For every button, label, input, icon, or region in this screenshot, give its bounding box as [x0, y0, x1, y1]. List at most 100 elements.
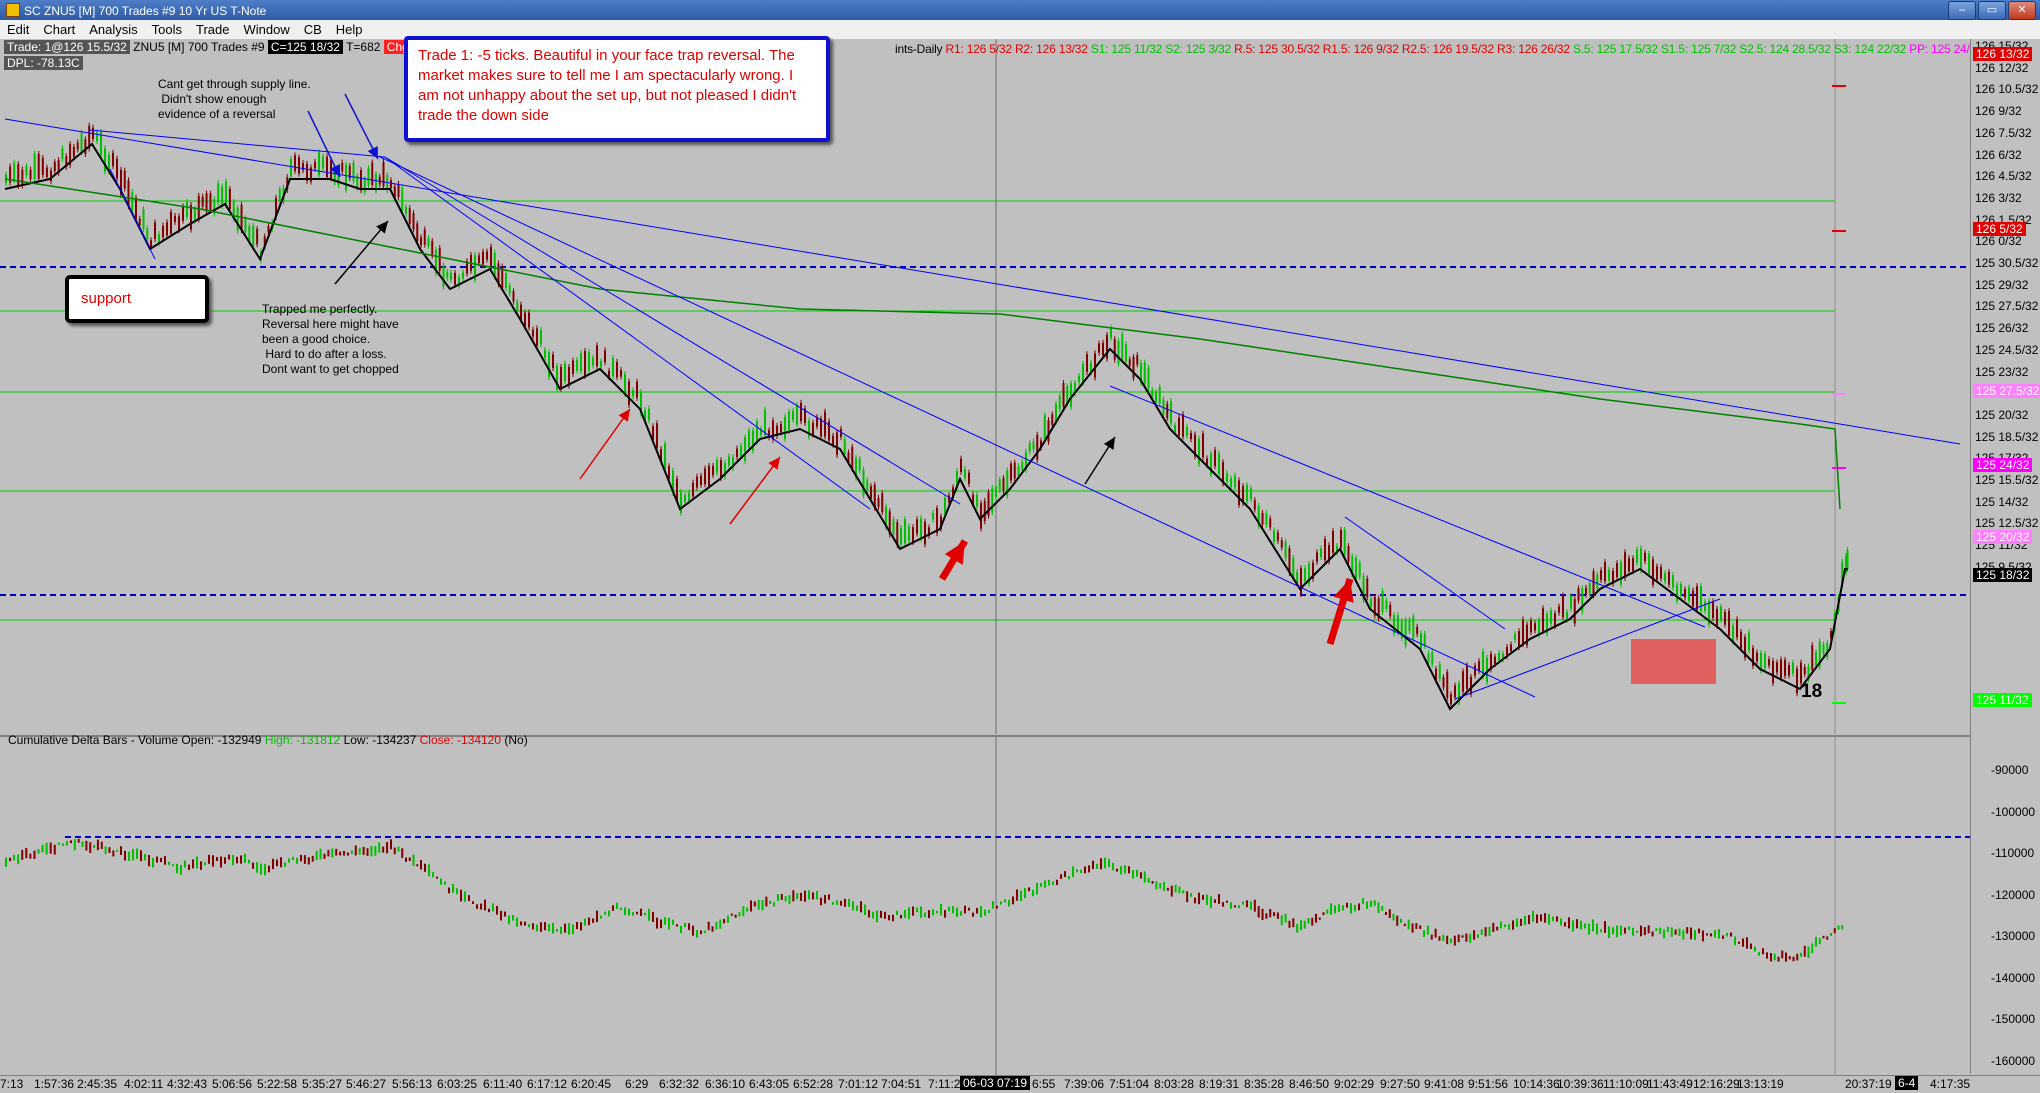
menu-analysis[interactable]: Analysis: [82, 20, 144, 39]
delta-candle: [734, 914, 737, 918]
price-candle: [1273, 530, 1276, 543]
delta-candle: [1124, 865, 1126, 874]
delta-candle: [680, 925, 682, 934]
delta-candle: [1655, 928, 1658, 932]
delta-candle: [500, 910, 502, 921]
time-axis-label: 11:43:49: [1647, 1077, 1693, 1091]
minimize-button[interactable]: ‒: [1948, 1, 1976, 20]
trend-line: [384, 156, 871, 510]
delta-candle: [742, 906, 745, 917]
menu-cb[interactable]: CB: [297, 20, 329, 39]
price-candle: [150, 240, 152, 248]
lower-close: Close: -134120: [419, 733, 502, 747]
price-candle: [1347, 546, 1350, 562]
delta-candle: [1666, 926, 1669, 933]
delta-candle: [1120, 866, 1122, 875]
delta-candle: [136, 848, 138, 860]
delta-candle: [808, 890, 810, 900]
delta-candle: [1080, 869, 1082, 874]
price-candle: [138, 218, 141, 226]
price-candle: [116, 158, 118, 179]
delta-candle: [208, 854, 210, 864]
trade-callout-text: Trade 1: -5 ticks. Beautiful in your fac…: [418, 47, 797, 124]
price-candle: [405, 207, 407, 215]
price-candle: [401, 188, 404, 211]
delta-candle: [660, 919, 662, 929]
price-candle: [524, 312, 526, 327]
delta-candle: [1136, 869, 1138, 877]
price-axis-badge: 126 13/32: [1973, 47, 2033, 61]
menu-trade[interactable]: Trade: [189, 20, 236, 39]
pivot-level: R2.5: 126 19.5/32: [1401, 42, 1494, 56]
delta-candle: [460, 889, 462, 902]
price-candle: [1051, 414, 1054, 425]
delta-candle: [1334, 905, 1336, 914]
menu-window[interactable]: Window: [236, 20, 296, 39]
cumulative-delta-chart[interactable]: [0, 737, 1970, 1077]
price-candle: [431, 240, 434, 256]
price-candle: [976, 494, 978, 507]
price-candle: [41, 157, 44, 175]
menu-help[interactable]: Help: [329, 20, 370, 39]
price-axis-label: 126 3/32: [1975, 190, 2022, 205]
price-candle: [832, 435, 834, 445]
menu-chart[interactable]: Chart: [36, 20, 82, 39]
delta-candle: [240, 855, 242, 864]
price-axis-label: 125 23/32: [1975, 364, 2029, 379]
price-candle: [352, 162, 355, 181]
price-candle: [704, 468, 706, 485]
price-candle: [1358, 562, 1361, 577]
price-candle: [1518, 631, 1520, 648]
price-chart[interactable]: [0, 39, 1970, 734]
time-axis-label: 1:57:36: [34, 1077, 75, 1091]
cumulative-delta-panel[interactable]: [0, 735, 1970, 1077]
price-axis-badge: 125 24/32: [1973, 458, 2033, 472]
delta-candle: [1012, 896, 1014, 905]
delta-candle: [456, 888, 458, 895]
price-candle: [131, 192, 134, 210]
price-candle: [1811, 645, 1814, 671]
delta-candle: [1170, 885, 1173, 897]
price-candle: [700, 475, 702, 485]
delta-candle: [684, 923, 686, 928]
delta-axis-label: -100000: [1991, 804, 2036, 819]
menu-edit[interactable]: Edit: [0, 20, 36, 39]
delta-candle: [335, 848, 338, 856]
price-candle: [1420, 633, 1422, 648]
menu-tools[interactable]: Tools: [145, 20, 189, 39]
delta-candle: [17, 854, 20, 865]
price-axis-label: 126 9/32: [1975, 104, 2022, 119]
delta-candle: [700, 930, 702, 935]
close-button[interactable]: ✕: [2008, 1, 2036, 20]
delta-candle: [524, 921, 526, 926]
delta-candle: [1307, 917, 1310, 924]
delta-candle: [1811, 943, 1814, 954]
price-candle: [182, 206, 184, 221]
price-candle: [1494, 656, 1496, 665]
restore-button[interactable]: ▭: [1978, 1, 2006, 20]
delta-candle: [1060, 874, 1062, 879]
price-candle: [1110, 327, 1112, 338]
delta-candle: [1564, 922, 1566, 927]
time-cursor: 06-03 07:19: [960, 1076, 1031, 1090]
price-axis[interactable]: 126 15/32 126 12/32 126 10.5/32 126 9/32 126…: [1970, 39, 2040, 1074]
delta-candle: [1576, 919, 1578, 929]
time-axis-label: 13:13:19: [1737, 1077, 1784, 1091]
delta-candle: [1166, 887, 1169, 891]
delta-candle: [1746, 937, 1748, 949]
price-candle: [508, 285, 511, 294]
delta-candle: [912, 906, 914, 916]
price-chart-panel[interactable]: [0, 39, 1970, 734]
price-candle: [1010, 463, 1012, 481]
delta-candle: [1068, 876, 1070, 880]
delta-candle: [1504, 924, 1506, 928]
delta-candle: [750, 900, 752, 912]
price-candle: [620, 370, 622, 377]
delta-candle: [148, 855, 150, 867]
pivot-level: S.5: 125 17.5/32: [1572, 42, 1658, 56]
pivot-suffix: ints-Daily: [895, 42, 943, 56]
price-candle: [1078, 375, 1080, 383]
delta-candle: [1178, 886, 1181, 894]
time-axis[interactable]: 7:13 1:57:36 2:45:35 4:02:11 4:32:43 5:06:56…: [0, 1075, 2040, 1093]
delta-candle: [707, 921, 710, 931]
